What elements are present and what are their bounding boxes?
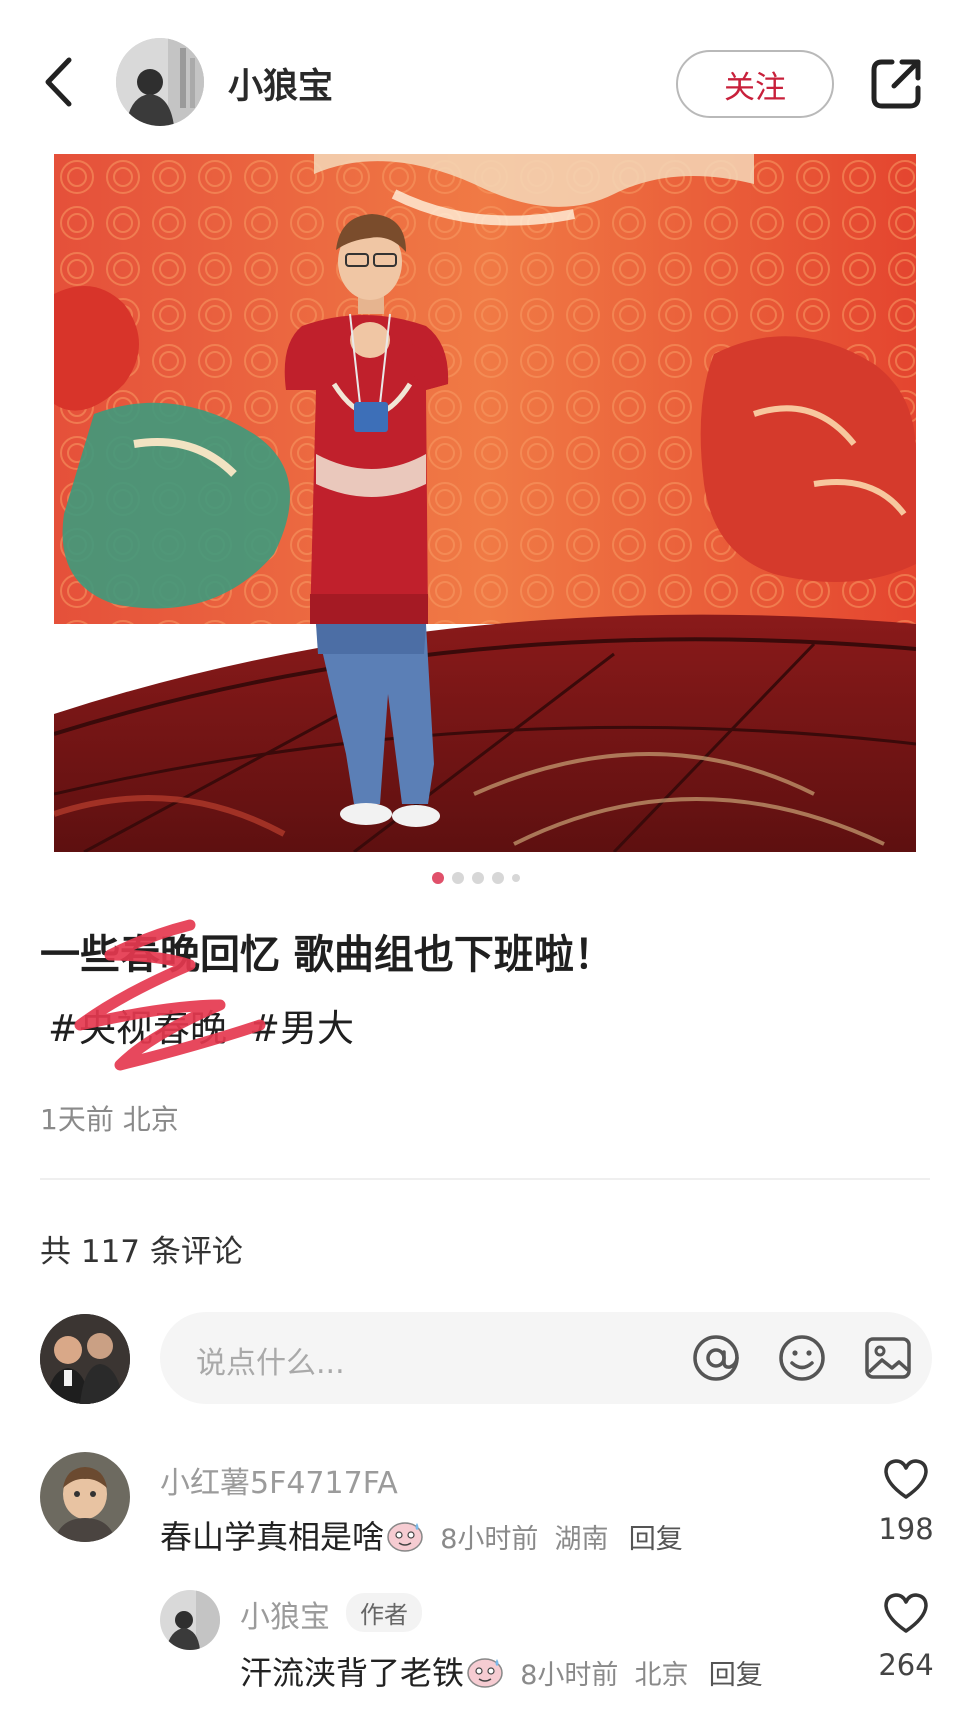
post-meta: 1天前 北京: [40, 1103, 179, 1136]
comment-time: 8小时前: [520, 1660, 619, 1691]
at-icon: [693, 1335, 739, 1381]
carousel-dot[interactable]: [512, 874, 520, 882]
follow-button[interactable]: 关注: [676, 50, 834, 118]
comment-text: 春山学真相是啥: [160, 1518, 385, 1556]
commenter-name-row: 小狼宝 作者: [240, 1592, 422, 1636]
share-icon: [871, 59, 921, 109]
commenter-name[interactable]: 小狼宝: [240, 1600, 330, 1635]
post-photo[interactable]: [54, 154, 916, 852]
comment-count: 共 117 条评论: [40, 1234, 243, 1270]
divider: [40, 1178, 930, 1180]
comment-text: 汗流浃背了老铁: [240, 1654, 465, 1692]
post-tag[interactable]: #央视春晚: [48, 1007, 227, 1050]
comment-input-placeholder[interactable]: 说点什么...: [196, 1338, 345, 1382]
like-count: 198: [878, 1512, 934, 1546]
carousel-dot[interactable]: [492, 872, 504, 884]
commenter-name[interactable]: 小红薯5F4717FA: [160, 1458, 398, 1502]
reply-button[interactable]: 回复: [629, 1524, 683, 1555]
comment-time: 8小时前: [440, 1524, 539, 1555]
commenter-avatar[interactable]: [40, 1452, 130, 1542]
emoji-button[interactable]: [776, 1332, 828, 1384]
like-count: 264: [878, 1648, 934, 1682]
carousel-dot[interactable]: [472, 872, 484, 884]
author-name[interactable]: 小狼宝: [228, 58, 333, 109]
like-button[interactable]: [876, 1592, 936, 1638]
carousel-indicator: [0, 872, 970, 884]
comment-body[interactable]: 汗流浃背了老铁 8小时前 北京 回复: [240, 1648, 763, 1694]
post-tag[interactable]: #男大: [249, 1007, 354, 1050]
post-tags: #央视春晚 #男大: [48, 998, 354, 1052]
image-icon: [865, 1337, 911, 1379]
sweat-emoji-icon: [467, 1658, 503, 1688]
like-button[interactable]: [876, 1458, 936, 1504]
commenter-avatar[interactable]: [160, 1590, 220, 1650]
reply-button[interactable]: 回复: [709, 1660, 763, 1691]
heart-icon: [884, 1593, 928, 1633]
share-button[interactable]: [868, 56, 924, 112]
heart-icon: [884, 1459, 928, 1499]
comment-location: 北京: [634, 1660, 689, 1691]
post-title: 一些春晚回忆 歌曲组也下班啦！: [40, 932, 614, 978]
comment-body[interactable]: 春山学真相是啥 8小时前 湖南 回复: [160, 1512, 683, 1558]
emoji-icon: [779, 1335, 825, 1381]
comment-location: 湖南: [554, 1524, 609, 1555]
author-avatar[interactable]: [116, 38, 204, 126]
back-button[interactable]: [38, 52, 78, 112]
image-button[interactable]: [862, 1332, 914, 1384]
sweat-emoji-icon: [387, 1522, 423, 1552]
post-detail-page: 小狼宝 关注 一些春晚回忆 歌曲组也下班啦！ #央视春晚 #男大 1天前 北京 …: [0, 0, 970, 1710]
current-user-avatar: [40, 1314, 130, 1404]
carousel-dot[interactable]: [432, 872, 444, 884]
author-badge: 作者: [346, 1593, 422, 1632]
back-arrow-icon: [45, 57, 72, 107]
mention-button[interactable]: [690, 1332, 742, 1384]
carousel-dot[interactable]: [452, 872, 464, 884]
